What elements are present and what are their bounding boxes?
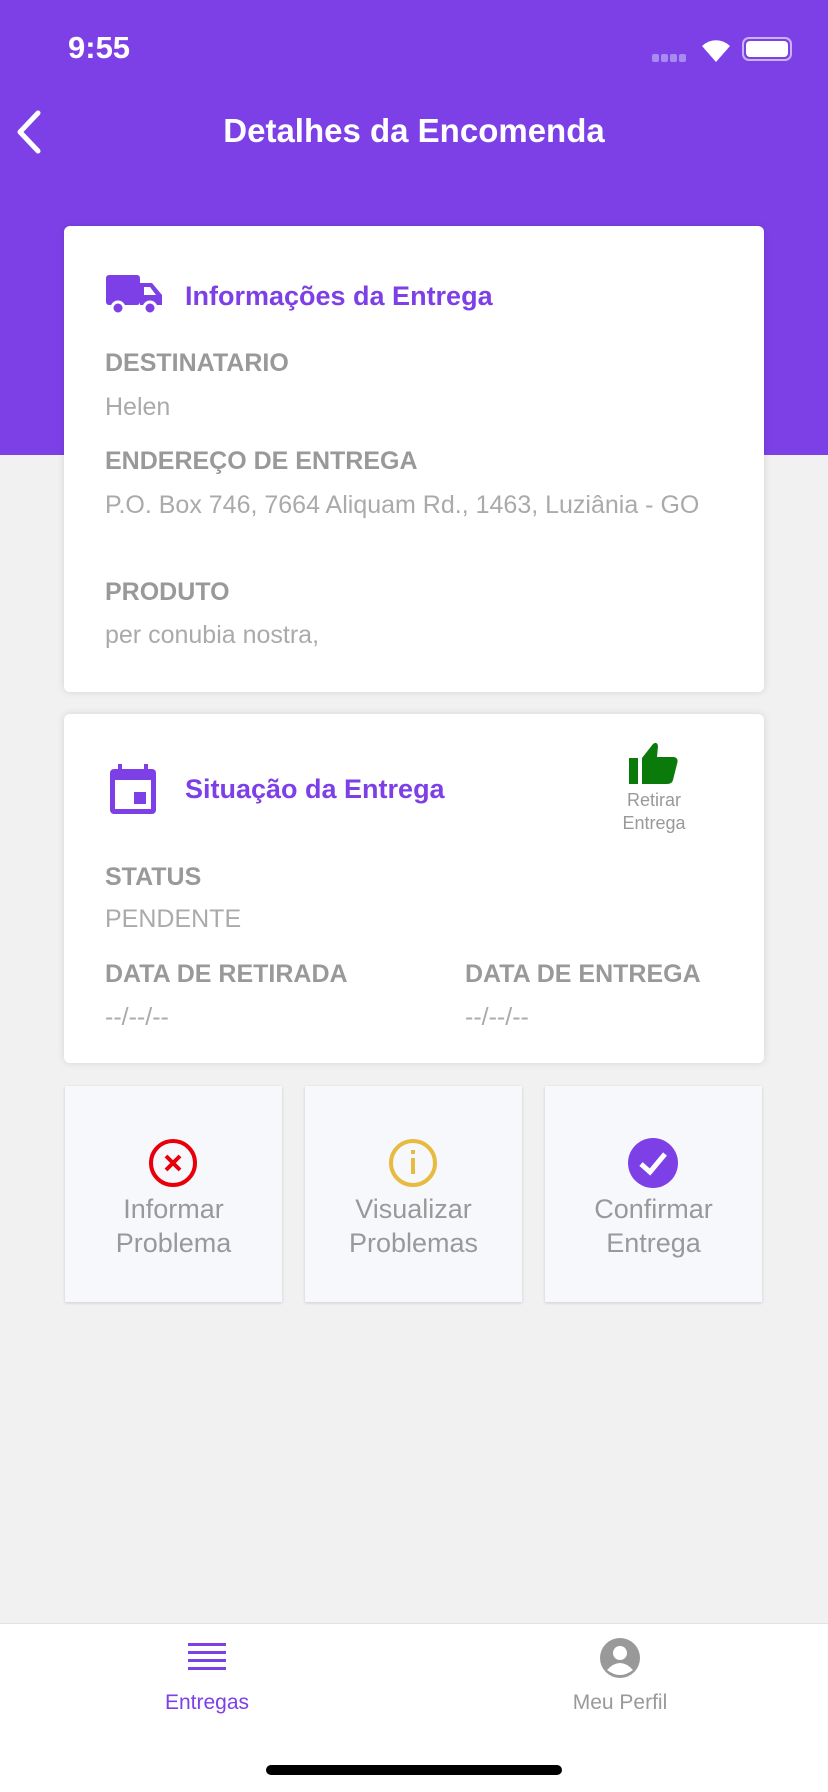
tab-entregas-label: Entregas bbox=[164, 1691, 250, 1714]
address-label: ENDEREÇO DE ENTREGA bbox=[105, 447, 418, 475]
info-circle-icon bbox=[389, 1139, 437, 1187]
tab-bar: Entregas Meu Perfil bbox=[0, 1623, 828, 1792]
address-value: P.O. Box 746, 7664 Aliquam Rd., 1463, Lu… bbox=[105, 491, 700, 519]
check-circle-icon bbox=[628, 1138, 678, 1188]
tab-meu-perfil[interactable]: Meu Perfil bbox=[520, 1638, 720, 1715]
confirm-delivery-button[interactable]: Confirmar Entrega bbox=[545, 1086, 762, 1302]
thumbs-up-icon bbox=[629, 742, 678, 784]
user-circle-icon bbox=[600, 1638, 640, 1678]
tab-meu-perfil-label: Meu Perfil bbox=[572, 1691, 668, 1714]
recipient-label: DESTINATARIO bbox=[105, 349, 289, 377]
delivery-info-card: Informações da Entrega DESTINATARIO Hele… bbox=[64, 226, 764, 692]
status-time: 9:55 bbox=[68, 30, 131, 65]
product-label: PRODUTO bbox=[105, 578, 230, 606]
product-value: per conubia nostra, bbox=[105, 621, 320, 649]
truck-icon bbox=[106, 275, 162, 316]
confirm-delivery-label: Confirmar Entrega bbox=[594, 1194, 713, 1258]
view-problems-button[interactable]: Visualizar Problemas bbox=[305, 1086, 522, 1302]
tab-entregas[interactable]: Entregas bbox=[107, 1641, 307, 1715]
delivery-info-title: Informações da Entrega bbox=[185, 281, 493, 311]
battery-icon bbox=[742, 37, 792, 61]
report-problem-label: Informar Problema bbox=[115, 1194, 232, 1258]
view-problems-label: Visualizar Problemas bbox=[348, 1194, 479, 1258]
list-icon bbox=[188, 1643, 226, 1670]
withdraw-date-label: DATA DE RETIRADA bbox=[105, 960, 348, 988]
wifi-icon bbox=[702, 40, 730, 62]
calendar-icon bbox=[110, 764, 156, 814]
status-label: STATUS bbox=[105, 863, 202, 891]
delivery-date-value: --/--/-- bbox=[465, 1003, 529, 1031]
page-title: Detalhes da Encomenda bbox=[223, 112, 605, 149]
recipient-value: Helen bbox=[105, 393, 171, 421]
withdraw-date-value: --/--/-- bbox=[105, 1003, 169, 1031]
status-value: PENDENTE bbox=[105, 905, 242, 933]
delivery-status-title: Situação da Entrega bbox=[185, 774, 445, 804]
delivery-date-label: DATA DE ENTREGA bbox=[465, 960, 701, 988]
close-circle-icon bbox=[149, 1139, 197, 1187]
withdraw-delivery-label: Retirar Entrega bbox=[622, 790, 686, 833]
home-indicator bbox=[266, 1765, 562, 1775]
delivery-status-card: Situação da Entrega Retirar Entrega STAT… bbox=[64, 714, 764, 1063]
signal-icon bbox=[652, 54, 686, 62]
report-problem-button[interactable]: Informar Problema bbox=[65, 1086, 282, 1302]
withdraw-delivery-button[interactable]: Retirar Entrega bbox=[604, 742, 704, 835]
